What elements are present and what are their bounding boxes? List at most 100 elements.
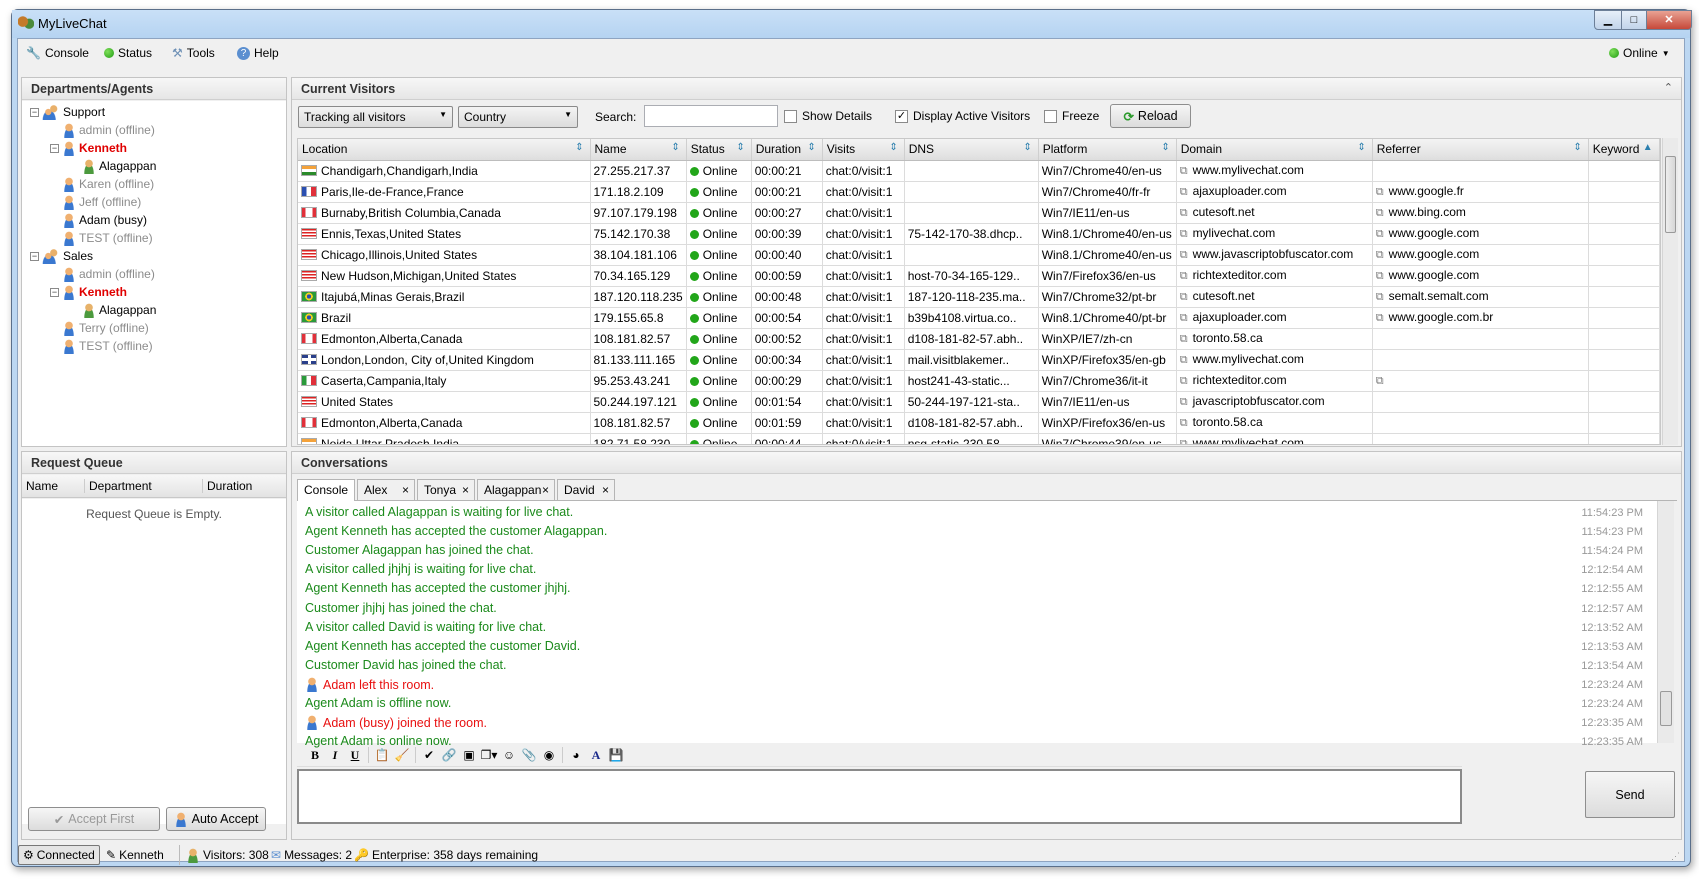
menu-console[interactable]: 🔧 Console <box>26 43 89 63</box>
tree-department[interactable]: − Support <box>30 103 105 121</box>
external-link-icon[interactable]: ⧉ <box>1180 312 1188 324</box>
clear-format-icon[interactable]: 🧹 <box>392 748 412 762</box>
column-header-status[interactable]: Status ⇕ <box>686 139 752 161</box>
close-tab-icon[interactable]: × <box>542 483 549 497</box>
tab-alex[interactable]: Alex × <box>357 479 415 500</box>
maximize-button[interactable]: □ <box>1621 10 1647 30</box>
freeze-checkbox[interactable]: Freeze <box>1044 109 1099 123</box>
external-link-icon[interactable]: ⧉ <box>1180 396 1188 408</box>
cell-referrer[interactable] <box>1372 391 1589 413</box>
cell-domain[interactable]: ⧉ www.mylivechat.com <box>1176 349 1373 371</box>
cell-referrer[interactable] <box>1372 433 1589 444</box>
menu-help[interactable]: ? Help <box>237 43 279 63</box>
cell-domain[interactable]: ⧉ cutesoft.net <box>1176 202 1373 224</box>
reload-button[interactable]: ⟳ Reload <box>1110 104 1191 128</box>
tree-agent[interactable]: − Kenneth <box>50 283 127 301</box>
visitor-row[interactable]: Edmonton,Alberta,Canada 108.181.82.57 Onli… <box>298 328 1660 350</box>
cell-keyword[interactable] <box>1588 181 1660 203</box>
template-icon[interactable]: ❐▾ <box>479 748 499 762</box>
cell-domain[interactable]: ⧉ www.mylivechat.com <box>1176 160 1373 182</box>
column-header-referrer[interactable]: Referrer ⇕ <box>1372 139 1589 161</box>
save-icon[interactable]: 💾 <box>606 748 626 762</box>
external-link-icon[interactable]: ⧉ <box>1180 375 1188 387</box>
cell-referrer[interactable]: ⧉ www.google.fr <box>1372 181 1589 203</box>
tree-agent[interactable]: Karen (offline) <box>62 175 154 193</box>
cell-referrer[interactable] <box>1372 160 1589 182</box>
tree-department[interactable]: − Sales <box>30 247 93 265</box>
visitor-row[interactable]: London,London, City of,United Kingdom 81.… <box>298 349 1660 371</box>
visitor-row[interactable]: United States 50.244.197.121 Online 00:01:5… <box>298 391 1660 413</box>
external-link-icon[interactable]: ⧉ <box>1376 375 1384 387</box>
tree-agent[interactable]: Terry (offline) <box>62 319 149 337</box>
bold-icon[interactable]: B <box>305 748 325 763</box>
cell-domain[interactable]: ⧉ mylivechat.com <box>1176 223 1373 245</box>
collapse-toggle-icon[interactable]: − <box>30 251 39 261</box>
column-header-dns[interactable]: DNS ⇕ <box>904 139 1039 161</box>
resize-grip-icon[interactable]: ⋰ <box>1671 851 1680 862</box>
cell-keyword[interactable] <box>1588 202 1660 224</box>
cell-domain[interactable]: ⧉ richtexteditor.com <box>1176 265 1373 287</box>
cell-keyword[interactable] <box>1588 286 1660 308</box>
external-link-icon[interactable]: ⧉ <box>1376 291 1384 303</box>
messages-count[interactable]: ✉ Messages: 2 <box>271 845 352 865</box>
external-link-icon[interactable]: ⧉ <box>1376 186 1384 198</box>
cell-referrer[interactable] <box>1372 349 1589 371</box>
external-link-icon[interactable]: ⧉ <box>1180 291 1188 303</box>
cell-referrer[interactable]: ⧉ www.google.com.br <box>1372 307 1589 329</box>
column-header-visits[interactable]: Visits ⇕ <box>822 139 905 161</box>
link-icon[interactable]: 🔗 <box>439 748 459 762</box>
cell-keyword[interactable] <box>1588 412 1660 434</box>
external-link-icon[interactable]: ⧉ <box>1180 165 1188 177</box>
cell-domain[interactable]: ⧉ javascriptobfuscator.com <box>1176 391 1373 413</box>
column-header-platform[interactable]: Platform ⇕ <box>1038 139 1177 161</box>
tree-customer[interactable]: Alagappan <box>82 301 156 319</box>
external-link-icon[interactable]: ⧉ <box>1180 270 1188 282</box>
tab-console[interactable]: Console <box>297 479 355 501</box>
scroll-thumb[interactable] <box>1665 156 1676 233</box>
tree-agent[interactable]: admin (offline) <box>62 121 155 139</box>
column-header-duration[interactable]: Duration ⇕ <box>751 139 823 161</box>
tree-agent[interactable]: TEST (offline) <box>62 337 153 355</box>
cell-referrer[interactable]: ⧉ semalt.semalt.com <box>1372 286 1589 308</box>
external-link-icon[interactable]: ⧉ <box>1376 207 1384 219</box>
external-link-icon[interactable]: ⧉ <box>1376 228 1384 240</box>
tab-tonya[interactable]: Tonya × <box>417 479 475 500</box>
column-header-keyword[interactable]: Keyword ▲ <box>1588 139 1660 161</box>
cell-referrer[interactable]: ⧉ <box>1372 370 1589 392</box>
column-header-domain[interactable]: Domain ⇕ <box>1176 139 1373 161</box>
accept-first-button[interactable]: ✔ Accept First <box>28 807 160 831</box>
cell-referrer[interactable] <box>1372 412 1589 434</box>
image-icon[interactable]: ▣ <box>459 748 479 762</box>
cell-keyword[interactable] <box>1588 328 1660 350</box>
column-department[interactable]: Department <box>84 479 152 493</box>
tree-agent[interactable]: admin (offline) <box>62 265 155 283</box>
close-tab-icon[interactable]: × <box>602 483 609 497</box>
cell-referrer[interactable]: ⧉ www.google.com <box>1372 223 1589 245</box>
color-icon[interactable]: ◕ <box>566 748 586 762</box>
tree-agent[interactable]: Jeff (offline) <box>62 193 141 211</box>
visitor-row[interactable]: Burnaby,British Columbia,Canada 97.107.17… <box>298 202 1660 224</box>
column-duration[interactable]: Duration <box>202 479 252 493</box>
visitor-row[interactable]: Paris,Ile-de-France,France 171.18.2.109 On… <box>298 181 1660 203</box>
visitor-row[interactable]: Edmonton,Alberta,Canada 108.181.82.57 Onli… <box>298 412 1660 434</box>
scroll-thumb[interactable] <box>1660 691 1672 726</box>
visitor-row[interactable]: Ennis,Texas,United States 75.142.170.38 On… <box>298 223 1660 245</box>
close-tab-icon[interactable]: × <box>402 483 409 497</box>
external-link-icon[interactable]: ⧉ <box>1180 207 1188 219</box>
display-active-visitors-checkbox[interactable]: ✓ Display Active Visitors <box>895 109 1030 123</box>
external-link-icon[interactable]: ⧉ <box>1180 417 1188 429</box>
external-link-icon[interactable]: ⧉ <box>1376 249 1384 261</box>
cell-keyword[interactable] <box>1588 433 1660 444</box>
connected-status[interactable]: ⚙ Connected <box>18 845 100 865</box>
emoticon-icon[interactable]: ☺ <box>499 748 519 762</box>
online-status-dropdown[interactable]: Online ▼ <box>1609 43 1670 63</box>
tracking-select[interactable]: Tracking all visitors ▼ <box>298 106 453 128</box>
cell-keyword[interactable] <box>1588 223 1660 245</box>
cell-domain[interactable]: ⧉ www.mylivechat.com <box>1176 433 1373 444</box>
tab-alagappan[interactable]: Alagappan × <box>477 479 555 500</box>
close-tab-icon[interactable]: × <box>462 483 469 497</box>
underline-icon[interactable]: U <box>345 748 365 763</box>
country-select[interactable]: Country ▼ <box>458 106 578 128</box>
cell-keyword[interactable] <box>1588 391 1660 413</box>
cell-domain[interactable]: ⧉ www.javascriptobfuscator.com <box>1176 244 1373 266</box>
